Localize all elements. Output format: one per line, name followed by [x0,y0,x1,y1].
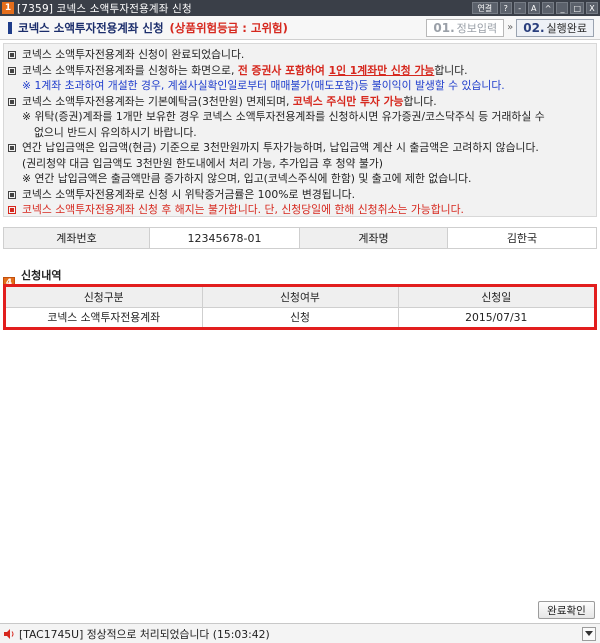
bullet-icon [8,190,16,199]
account-name-label: 계좌명 [300,228,448,248]
table-cell: 신청 [202,307,399,327]
table-header-row: 신청구분 신청여부 신청일 [6,287,594,308]
window-title: [7359] 코넥스 소액투자전용계좌 신청 [17,2,192,15]
maximize-button[interactable]: □ [570,2,584,14]
window-controls: 연결 ? - A ^ _ □ X [471,2,600,14]
step-2-label: 실행완료 [546,21,587,35]
notice-note-3a: (권리청약 대금 입금액도 3천만원 한도내에서 처리 가능, 추가입금 후 청… [22,156,383,170]
font-increase-button[interactable]: A [527,2,540,14]
window-titlebar: 1 [7359] 코넥스 소액투자전용계좌 신청 연결 ? - A ^ _ □ … [0,0,600,16]
window-number-badge: 1 [2,2,14,14]
column-header: 신청일 [398,287,594,308]
confirm-complete-button[interactable]: 완료확인 [538,601,595,619]
notice-warning-text: 코넥스 소액투자전용계좌 신청 후 해지는 불가합니다. 단, 신청당일에 한해… [22,203,464,216]
account-info-row: 계좌번호 12345678-01 계좌명 김한국 [3,227,597,249]
notice-line-6: 코넥스 소액투자전용계좌 신청 후 해지는 불가합니다. 단, 신청당일에 한해… [8,202,592,218]
close-button[interactable]: X [586,2,598,14]
section-title: 신청내역 [21,269,62,282]
help-button[interactable]: ? [499,2,512,14]
step-1-label: 정보입력 [456,21,498,35]
status-bar: [TAC1745U] 정상적으로 처리되었습니다 (15:03:42) [0,623,600,643]
bullet-icon [8,144,16,152]
notice-text: 코넥스 소액투자전용계좌 신청이 완료되었습니다. [22,48,245,61]
notice-text: 코넥스 소액투자전용계좌로 신청 시 위탁증거금률은 100%로 변경됩니다. [22,187,356,201]
notice-emphasis: 코넥스 주식만 투자 가능 [292,94,404,108]
application-history-table: 신청구분 신청여부 신청일 코넥스 소액투자전용계좌 신청 2015/07/31 [3,284,597,330]
title-marker-icon [8,21,12,34]
page-header: 코넥스 소액투자전용계좌 신청 (상품위험등급 : 고위험) 01. 정보입력 … [0,16,600,40]
step-2-complete[interactable]: 02. 실행완료 [516,18,594,37]
notice-box: 코넥스 소액투자전용계좌 신청이 완료되었습니다. 코넥스 소액투자전용계좌를 … [3,43,597,217]
minimize-button[interactable]: _ [556,2,569,14]
bullet-icon [8,66,16,75]
table-cell: 코넥스 소액투자전용계좌 [6,307,203,327]
notice-line-2: 코넥스 소액투자전용계좌를 신청하는 화면으로, 전 증권사 포함하여 1인 1… [8,63,592,79]
speaker-icon [3,628,15,640]
column-header: 신청여부 [202,287,399,308]
link-button[interactable]: 연결 [471,2,498,14]
notice-text: 연간 납입금액은 입금액(현금) 기준으로 3천만원까지 투자가능하며, 납입금… [22,141,539,154]
bullet-icon [8,97,16,106]
account-number-label: 계좌번호 [4,228,150,248]
step-arrow-icon: » [507,22,514,33]
notice-emphasis-underline: 1인 1계좌만 신청 가능 [328,63,435,77]
notice-line-3: 코넥스 소액투자전용계좌는 기본예탁금(3천만원) 면제되며, 코넥스 주식만 … [8,94,592,110]
chevron-down-icon [585,630,593,636]
table-cell: 2015/07/31 [398,307,594,327]
account-name-value: 김한국 [448,228,596,248]
column-header: 신청구분 [6,287,203,308]
notice-text-part: 합니다. [403,94,437,108]
notice-text-part: 합니다. [434,63,468,77]
notice-line-5: 코넥스 소액투자전용계좌로 신청 시 위탁증거금률은 100%로 변경됩니다. [8,187,592,203]
bullet-icon [8,206,16,214]
notice-text: 코넥스 소액투자전용계좌는 기본예탁금(3천만원) 면제되며, 코넥스 주식만 … [22,94,437,110]
step-2-number: 02. [523,20,545,35]
step-1-info-input[interactable]: 01. 정보입력 [426,18,505,37]
notice-text-part: 코넥스 소액투자전용계좌를 신청하는 화면으로, [22,63,238,77]
pin-button[interactable]: ^ [541,2,555,14]
notice-text: 코넥스 소액투자전용계좌를 신청하는 화면으로, 전 증권사 포함하여 1인 1… [22,63,468,79]
notice-emphasis: 전 증권사 포함하여 [237,63,329,77]
step-1-number: 01. [433,20,455,35]
risk-grade-label: (상품위험등급 : 고위험) [169,20,288,35]
font-decrease-button[interactable]: - [513,2,526,14]
bullet-icon [8,51,16,59]
notice-note-1: ※ 1계좌 초과하여 개설한 경우, 계설사실확인일로부터 매매불가(매도포함)… [22,79,505,92]
table-row[interactable]: 코넥스 소액투자전용계좌 신청 2015/07/31 [6,307,594,327]
notice-note-2a: ※ 위탁(증권)계좌를 1개만 보유한 경우 코넥스 소액투자전용계좌를 신청하… [22,110,545,123]
status-message: [TAC1745U] 정상적으로 처리되었습니다 (15:03:42) [19,627,270,641]
account-number-value: 12345678-01 [150,228,300,248]
notice-text-part: 코넥스 소액투자전용계좌는 기본예탁금(3천만원) 면제되며, [22,94,293,108]
section-header: 4 신청내역 [3,268,62,289]
notice-note-3b: ※ 연간 납입금액은 출금액만큼 증가하지 않으며, 입고(코넥스주식에 한함)… [22,172,472,185]
notice-note-2b: 없으니 반드시 유의하시기 바랍니다. [34,125,197,139]
notice-line-1: 코넥스 소액투자전용계좌 신청이 완료되었습니다. [8,47,592,63]
status-history-dropdown[interactable] [582,626,596,641]
page-title: 코넥스 소액투자전용계좌 신청 [18,20,164,35]
notice-line-4: 연간 납입금액은 입금액(현금) 기준으로 3천만원까지 투자가능하며, 납입금… [8,140,592,156]
step-indicator: 01. 정보입력 » 02. 실행완료 [426,18,594,37]
